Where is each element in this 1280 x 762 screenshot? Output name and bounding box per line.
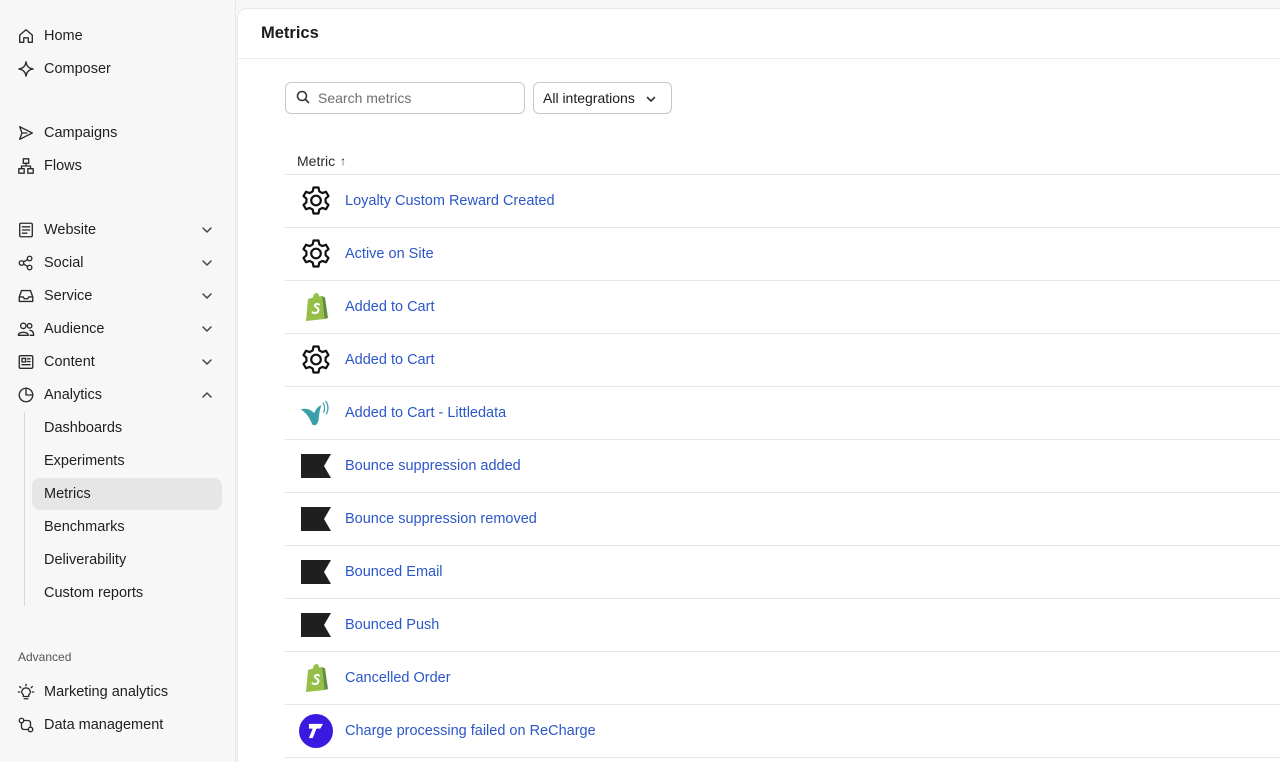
nav-label: Service (44, 288, 93, 304)
nav-label: Home (44, 28, 83, 44)
chevron-down-icon (200, 256, 214, 270)
metric-name-link[interactable]: Added to Cart (345, 352, 434, 368)
metric-name-link[interactable]: Added to Cart (345, 299, 434, 315)
sidebar-item-dashboards[interactable]: Dashboards (32, 412, 222, 444)
metric-name-link[interactable]: Bounced Email (345, 564, 443, 580)
table-row[interactable]: Added to Cart - Littledata (285, 387, 1280, 440)
nav-label: Audience (44, 321, 105, 337)
nav-label: Campaigns (44, 125, 118, 141)
nav-marketing-analytics[interactable]: Marketing analytics (10, 677, 222, 707)
sidebar-item-experiments[interactable]: Experiments (32, 445, 222, 477)
page-title: Metrics (261, 24, 319, 42)
gear-icon (299, 343, 333, 377)
inbox-icon (16, 286, 36, 306)
table-row[interactable]: Added to Cart (285, 281, 1280, 334)
metric-name-link[interactable]: Bounce suppression removed (345, 511, 537, 527)
social-icon (16, 253, 36, 273)
content-icon (16, 352, 36, 372)
sidebar-item-benchmarks[interactable]: Benchmarks (32, 511, 222, 543)
metric-name-link[interactable]: Added to Cart - Littledata (345, 405, 506, 421)
section-label-advanced: Advanced (18, 650, 72, 664)
website-icon (16, 220, 36, 240)
littledata-icon (299, 396, 333, 430)
column-header-metric[interactable]: Metric ↑ (285, 147, 1280, 175)
data-icon (16, 715, 36, 735)
nav-label: Marketing analytics (44, 684, 169, 700)
table-row[interactable]: Cancelled Order (285, 652, 1280, 705)
nav-analytics[interactable]: Analytics (10, 380, 222, 410)
metrics-list: Loyalty Custom Reward Created Active on S… (285, 175, 1280, 758)
metric-name-link[interactable]: Loyalty Custom Reward Created (345, 193, 555, 209)
nav-flows[interactable]: Flows (10, 151, 222, 181)
metric-name-link[interactable]: Charge processing failed on ReCharge (345, 723, 596, 739)
table-row[interactable]: Bounce suppression added (285, 440, 1280, 493)
sidebar-item-deliverability[interactable]: Deliverability (32, 544, 222, 576)
chevron-down-icon (200, 289, 214, 303)
table-row[interactable]: Active on Site (285, 228, 1280, 281)
table-row[interactable]: Loyalty Custom Reward Created (285, 175, 1280, 228)
sidebar-item-custom-reports[interactable]: Custom reports (32, 577, 222, 609)
users-icon (16, 319, 36, 339)
filter-label: All integrations (543, 90, 635, 106)
klaviyo-flag-icon (299, 502, 333, 536)
chevron-down-icon (200, 355, 214, 369)
submenu-divider (24, 412, 25, 606)
shopify-icon (299, 661, 333, 695)
nav-website[interactable]: Website (10, 215, 222, 245)
metric-name-link[interactable]: Bounce suppression added (345, 458, 521, 474)
metric-name-link[interactable]: Active on Site (345, 246, 434, 262)
shopify-icon (299, 290, 333, 324)
sparkle-icon (16, 59, 36, 79)
sort-ascending-icon: ↑ (340, 153, 347, 168)
pie-chart-icon (16, 385, 36, 405)
lightbulb-icon (16, 682, 36, 702)
nav-label: Composer (44, 61, 111, 77)
klaviyo-flag-icon (299, 608, 333, 642)
nav-social[interactable]: Social (10, 248, 222, 278)
chevron-down-icon (200, 322, 214, 336)
recharge-icon (299, 714, 333, 748)
nav-label: Data management (44, 717, 164, 733)
nav-label: Social (44, 255, 84, 271)
chevron-up-icon (200, 388, 214, 402)
table-row[interactable]: Bounced Email (285, 546, 1280, 599)
chevron-down-icon (200, 223, 214, 237)
nav-label: Flows (44, 158, 82, 174)
klaviyo-flag-icon (299, 449, 333, 483)
nav-label: Analytics (44, 387, 103, 403)
nav-composer[interactable]: Composer (10, 54, 222, 84)
gear-icon (299, 184, 333, 218)
table-row[interactable]: Bounce suppression removed (285, 493, 1280, 546)
chevron-down-icon (645, 92, 657, 104)
nav-home[interactable]: Home (10, 21, 222, 51)
gear-icon (299, 237, 333, 271)
nav-service[interactable]: Service (10, 281, 222, 311)
sidebar-item-metrics[interactable]: Metrics (32, 478, 222, 510)
nav-campaigns[interactable]: Campaigns (10, 118, 222, 148)
home-icon (16, 26, 36, 46)
table-row[interactable]: Bounced Push (285, 599, 1280, 652)
page-header: Metrics (238, 9, 1280, 59)
column-header-label: Metric (297, 152, 336, 169)
table-row[interactable]: Added to Cart (285, 334, 1280, 387)
search-box[interactable] (285, 82, 525, 114)
metric-name-link[interactable]: Cancelled Order (345, 670, 451, 686)
main-panel: Metrics All integrations Metric ↑ Loyalt… (237, 8, 1280, 762)
send-icon (16, 123, 36, 143)
table-row[interactable]: Charge processing failed on ReCharge (285, 705, 1280, 758)
search-input[interactable] (318, 90, 508, 106)
metric-name-link[interactable]: Bounced Push (345, 617, 439, 633)
flows-icon (16, 156, 36, 176)
nav-data-management[interactable]: Data management (10, 710, 222, 740)
sidebar: Home Composer Campaigns Flows Website So… (0, 0, 236, 762)
nav-audience[interactable]: Audience (10, 314, 222, 344)
integrations-filter-dropdown[interactable]: All integrations (533, 82, 672, 114)
search-icon (296, 90, 310, 107)
klaviyo-flag-icon (299, 555, 333, 589)
nav-content[interactable]: Content (10, 347, 222, 377)
nav-label: Website (44, 222, 97, 238)
nav-label: Content (44, 354, 95, 370)
